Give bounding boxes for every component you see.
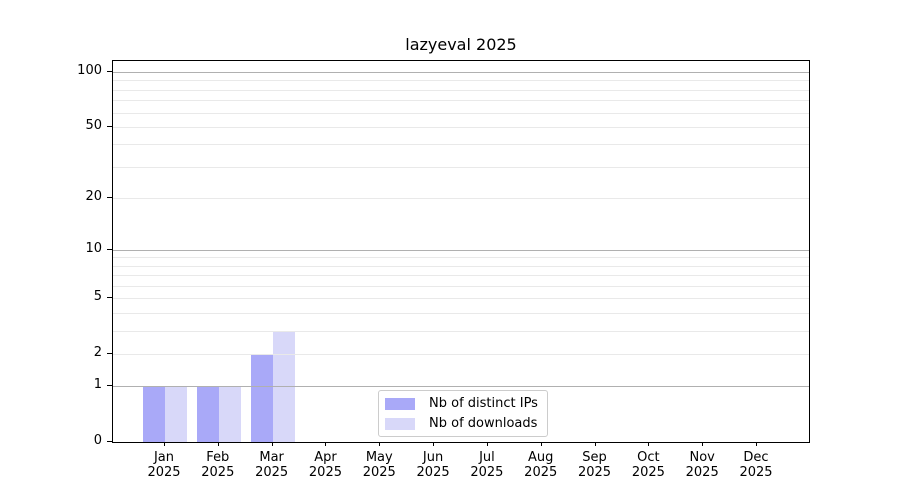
x-tick-label-jan: Jan 2025 [134, 450, 194, 480]
x-tick-label-may: May 2025 [349, 450, 409, 480]
gridline-50 [113, 127, 809, 128]
y-tick-label-0: 0 [2, 433, 102, 449]
gridline-6 [113, 286, 809, 287]
gridline-70 [113, 100, 809, 101]
chart-title: lazyeval 2025 [112, 35, 810, 55]
x-tick-may [379, 442, 380, 446]
gridline-20 [113, 198, 809, 199]
y-tick-2 [107, 353, 112, 354]
y-tick-label-100: 100 [2, 63, 102, 79]
x-tick-label-feb: Feb 2025 [188, 450, 248, 480]
y-tick-label-5: 5 [2, 289, 102, 305]
grid-layer [113, 61, 809, 442]
gridline-60 [113, 113, 809, 114]
x-tick-label-aug: Aug 2025 [511, 450, 571, 480]
y-tick-label-20: 20 [2, 189, 102, 205]
gridline-9 [113, 257, 809, 258]
x-tick-sep [595, 442, 596, 446]
x-tick-jan [164, 442, 165, 446]
legend: Nb of distinct IPs Nb of downloads [378, 390, 548, 437]
y-tick-label-1: 1 [2, 377, 102, 393]
x-tick-label-dec: Dec 2025 [726, 450, 786, 480]
gridline-30 [113, 167, 809, 168]
y-tick-100 [107, 71, 112, 72]
y-tick-0 [107, 441, 112, 442]
gridline-2 [113, 354, 809, 355]
x-tick-label-jul: Jul 2025 [457, 450, 517, 480]
gridline-80 [113, 90, 809, 91]
legend-swatch-downloads [385, 418, 415, 430]
gridline-100 [113, 72, 809, 73]
x-tick-dec [756, 442, 757, 446]
chart-figure: lazyeval 2025 Nb of distinct IPs Nb of d… [0, 0, 900, 500]
gridline-5 [113, 298, 809, 299]
y-tick-10 [107, 249, 112, 250]
y-tick-1 [107, 385, 112, 386]
legend-swatch-distinct-ips [385, 398, 415, 410]
x-tick-label-mar: Mar 2025 [242, 450, 302, 480]
y-tick-50 [107, 126, 112, 127]
gridline-8 [113, 266, 809, 267]
x-tick-oct [648, 442, 649, 446]
x-tick-label-apr: Apr 2025 [295, 450, 355, 480]
y-tick-label-10: 10 [2, 241, 102, 257]
x-tick-jul [487, 442, 488, 446]
gridline-40 [113, 144, 809, 145]
x-tick-label-oct: Oct 2025 [618, 450, 678, 480]
gridline-90 [113, 80, 809, 81]
gridline-7 [113, 275, 809, 276]
x-tick-aug [541, 442, 542, 446]
x-tick-label-nov: Nov 2025 [672, 450, 732, 480]
x-tick-feb [218, 442, 219, 446]
x-tick-mar [272, 442, 273, 446]
gridline-4 [113, 313, 809, 314]
plot-area: Nb of distinct IPs Nb of downloads [112, 60, 810, 443]
x-tick-nov [702, 442, 703, 446]
legend-label-distinct-ips: Nb of distinct IPs [429, 396, 538, 412]
x-tick-jun [433, 442, 434, 446]
x-tick-label-sep: Sep 2025 [565, 450, 625, 480]
y-tick-5 [107, 297, 112, 298]
gridline-3 [113, 331, 809, 332]
legend-entry-distinct-ips: Nb of distinct IPs [385, 396, 539, 412]
y-tick-20 [107, 197, 112, 198]
y-tick-label-50: 50 [2, 118, 102, 134]
legend-entry-downloads: Nb of downloads [385, 416, 539, 432]
x-tick-apr [325, 442, 326, 446]
gridline-10 [113, 250, 809, 251]
legend-label-downloads: Nb of downloads [429, 416, 537, 432]
x-tick-label-jun: Jun 2025 [403, 450, 463, 480]
y-tick-label-2: 2 [2, 345, 102, 361]
gridline-1 [113, 386, 809, 387]
